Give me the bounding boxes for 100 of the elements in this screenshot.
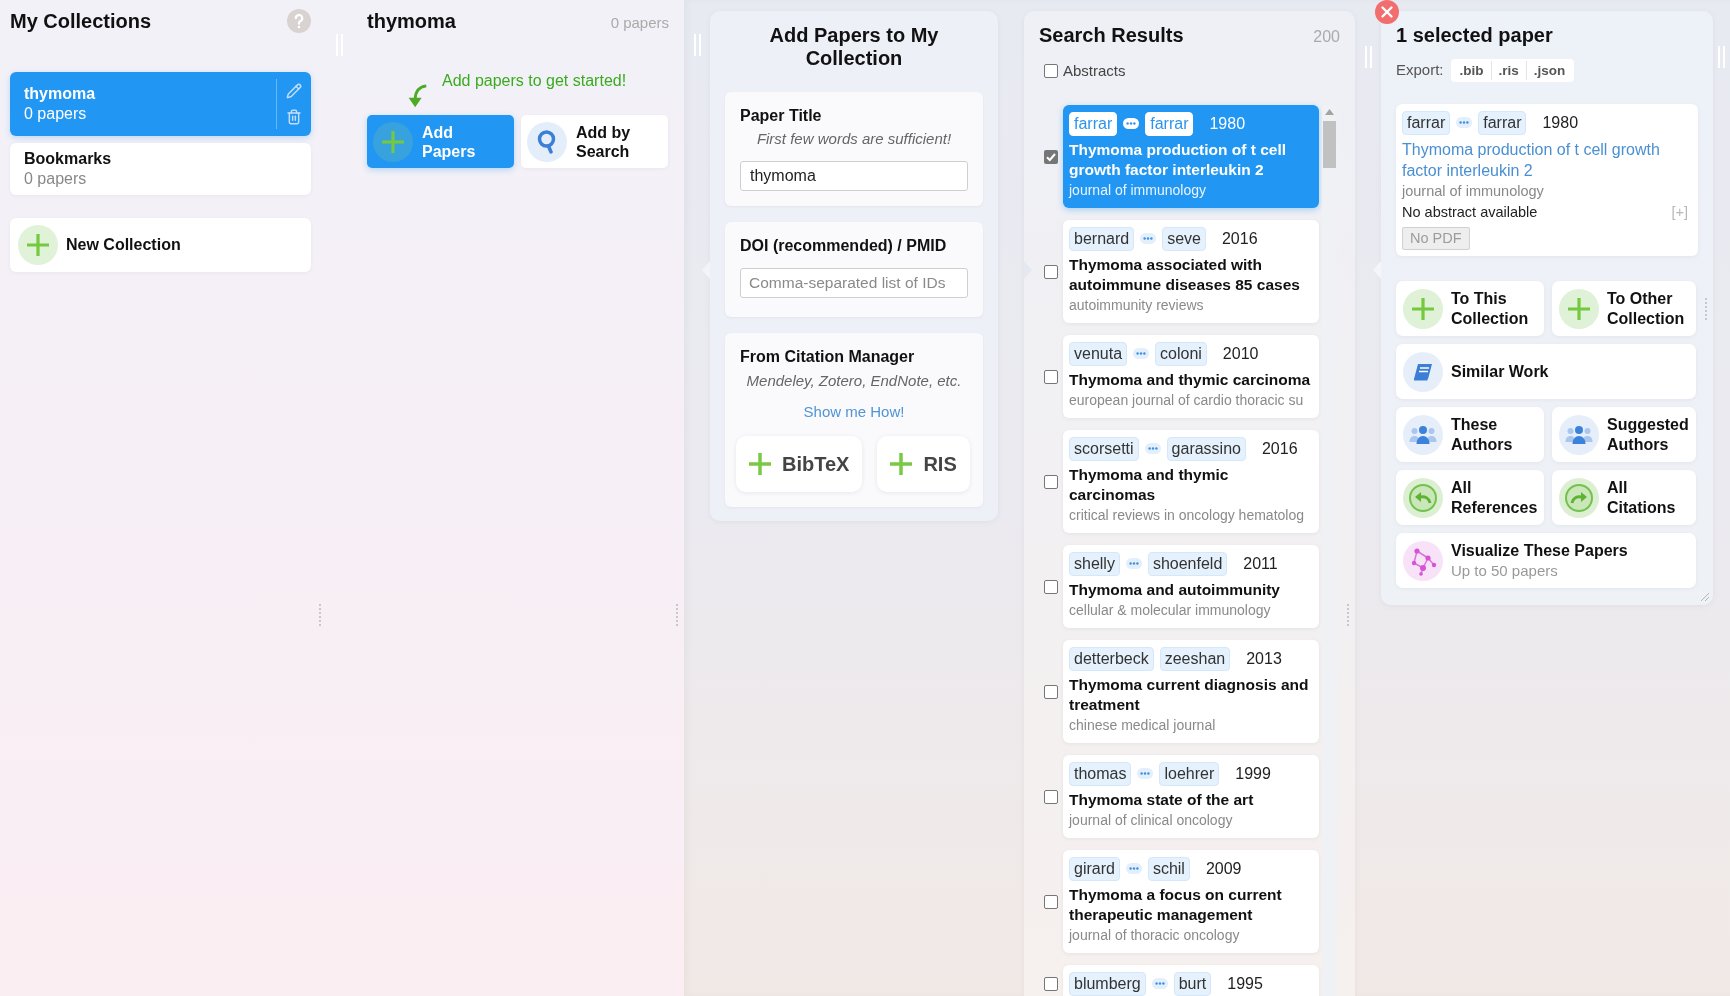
import-button[interactable]: BibTeX xyxy=(736,436,863,492)
checkbox[interactable] xyxy=(1044,264,1058,279)
new-collection-button[interactable]: New Collection xyxy=(10,218,311,272)
year-text: 2016 xyxy=(1221,228,1258,249)
resize-corner-icon[interactable] xyxy=(1701,593,1709,601)
import-button[interactable]: RIS xyxy=(877,436,970,492)
author-tag: blumberg xyxy=(1069,971,1146,996)
action-button[interactable]: All References xyxy=(1396,470,1544,525)
paper-title: Thymoma a focus on current therapeutic management xyxy=(1069,885,1283,925)
plus-icon xyxy=(748,452,772,476)
paper-title: Thymoma current diagnosis and treatment xyxy=(1069,675,1310,715)
author-tag: garassino xyxy=(1166,436,1246,461)
checkbox[interactable] xyxy=(1044,684,1058,699)
paper-title: Thymoma and autoimmunity xyxy=(1069,580,1281,600)
network-icon xyxy=(1403,540,1443,581)
close-icon[interactable] xyxy=(1375,0,1399,24)
scroll-up-arrow-icon[interactable] xyxy=(1325,109,1334,115)
paper-count: 0 papers xyxy=(24,169,88,189)
year-text: 2011 xyxy=(1243,553,1278,574)
more-authors-icon[interactable] xyxy=(1456,117,1473,128)
collection-name: thymoma xyxy=(24,84,96,104)
resize-handle[interactable] xyxy=(1718,46,1725,68)
year-text: 2016 xyxy=(1261,438,1298,459)
add-by-search-button[interactable]: Add by Search xyxy=(521,115,668,168)
author-tag: zeeshan xyxy=(1159,646,1231,671)
author-tag: detterbeck xyxy=(1069,646,1154,671)
action-button[interactable]: To This Collection xyxy=(1396,281,1544,336)
author-tag: thomas xyxy=(1069,761,1132,786)
action-button[interactable]: To Other Collection xyxy=(1552,281,1696,336)
paper-count: 0 papers xyxy=(24,104,88,124)
action-button[interactable]: These Authors xyxy=(1396,407,1544,462)
checkbox[interactable] xyxy=(1044,894,1058,909)
resize-handle[interactable] xyxy=(693,34,701,56)
checkbox[interactable] xyxy=(1044,149,1058,164)
year-text: 1999 xyxy=(1235,763,1271,784)
export-button[interactable]: .ris xyxy=(1490,60,1526,80)
checkbox-label: Abstracts xyxy=(1063,63,1126,79)
trash-icon[interactable] xyxy=(286,109,302,125)
year-text: 1980 xyxy=(1209,113,1246,134)
checkbox[interactable] xyxy=(1044,977,1058,991)
result-card[interactable]: shelly shoenfeld 2011 Thymoma and autoimmunity cellular & molecular immunology xyxy=(1063,545,1319,628)
more-authors-icon[interactable] xyxy=(1133,348,1150,359)
checkbox[interactable] xyxy=(1044,64,1058,78)
more-authors-icon[interactable] xyxy=(1123,118,1140,129)
scrollbar-thumb[interactable] xyxy=(1323,121,1336,168)
checkbox[interactable] xyxy=(1044,579,1058,594)
author-tag: farrar xyxy=(1145,111,1194,136)
ids-input[interactable]: Comma-separated list of IDs xyxy=(740,268,968,298)
action-button[interactable]: Suggested Authors xyxy=(1552,407,1696,462)
more-authors-icon[interactable] xyxy=(1144,443,1161,454)
collection-title: thymoma xyxy=(367,9,456,33)
panel-title: Search Results xyxy=(1039,23,1184,47)
author-tag: burt xyxy=(1173,971,1212,996)
result-card[interactable]: bernard seve 2016 Thymoma associated with autoimmune diseases 85 cases autoimmunity reviews xyxy=(1063,220,1319,323)
paper-title: Thymoma associated with autoimmune diseases 85 cases xyxy=(1069,255,1301,295)
result-card[interactable]: blumberg burt 1995 xyxy=(1063,965,1319,996)
collection-name: Bookmarks xyxy=(24,149,112,169)
result-card[interactable]: scorsetti garassino 2016 Thymoma and thymic carcinomas critical reviews in oncology hematolog xyxy=(1063,430,1319,533)
hint-text: First few words are sufficient! xyxy=(755,129,953,149)
collection-item[interactable]: Bookmarks 0 papers xyxy=(10,143,311,195)
panel-title: 1 selected paper xyxy=(1396,23,1554,47)
result-card[interactable]: girard schil 2009 Thymoma a focus on current therapeutic management journal of thoracic oncology xyxy=(1063,850,1319,953)
paper-title: Thymoma and thymic carcinoma xyxy=(1069,370,1312,390)
paper-count: 0 papers xyxy=(610,13,669,33)
people-icon xyxy=(1403,414,1443,455)
plus-icon xyxy=(889,452,914,476)
year-text: 2013 xyxy=(1246,648,1282,669)
result-card[interactable]: venuta coloni 2010 Thymoma and thymic carcinoma european journal of cardio thoracic su xyxy=(1063,335,1319,418)
export-button[interactable]: .json xyxy=(1525,60,1573,80)
checkbox[interactable] xyxy=(1044,474,1058,489)
help-icon[interactable] xyxy=(287,9,311,33)
more-authors-icon[interactable] xyxy=(1125,558,1142,569)
action-button[interactable]: Similar Work xyxy=(1396,344,1696,399)
more-authors-icon[interactable] xyxy=(1137,768,1154,779)
edit-icon[interactable] xyxy=(286,83,302,99)
result-count: 200 xyxy=(1313,27,1340,47)
abstract-text: No abstract available xyxy=(1402,203,1538,222)
result-card[interactable]: thomas loehrer 1999 Thymoma state of the art journal of clinical oncology xyxy=(1063,755,1319,838)
panel-title: Add Papers to My Collection xyxy=(768,24,940,70)
section-heading: DOI (recommended) / PMID xyxy=(740,236,948,256)
paper-title: Thymoma and thymic carcinomas xyxy=(1069,465,1230,505)
plus-icon xyxy=(18,225,58,265)
paper-title: Thymoma state of the art xyxy=(1069,790,1255,810)
export-button[interactable]: .bib xyxy=(1452,60,1491,80)
action-button[interactable]: Visualize These Papers Up to 50 papers xyxy=(1396,533,1696,588)
title-input[interactable]: thymoma xyxy=(740,161,968,191)
year-text: 2009 xyxy=(1205,858,1242,879)
journal-name: journal of clinical oncology xyxy=(1069,811,1234,830)
more-authors-icon[interactable] xyxy=(1151,978,1168,989)
book-icon xyxy=(1403,351,1443,392)
journal-name: critical reviews in oncology hematolog xyxy=(1069,506,1305,525)
checkbox[interactable] xyxy=(1044,369,1058,384)
more-authors-icon[interactable] xyxy=(1125,863,1142,874)
result-card[interactable]: detterbeck zeeshan 2013 Thymoma current diagnosis and treatment chinese medical journal xyxy=(1063,640,1319,743)
author-tag: venuta xyxy=(1069,341,1128,366)
section-heading: From Citation Manager xyxy=(740,347,916,367)
checkbox[interactable] xyxy=(1044,789,1058,804)
action-button[interactable]: All Citations xyxy=(1552,470,1696,525)
more-authors-icon[interactable] xyxy=(1140,233,1157,244)
paper-title-link[interactable]: Thymoma production of t cell growth factor interleukin 2 xyxy=(1402,139,1692,181)
